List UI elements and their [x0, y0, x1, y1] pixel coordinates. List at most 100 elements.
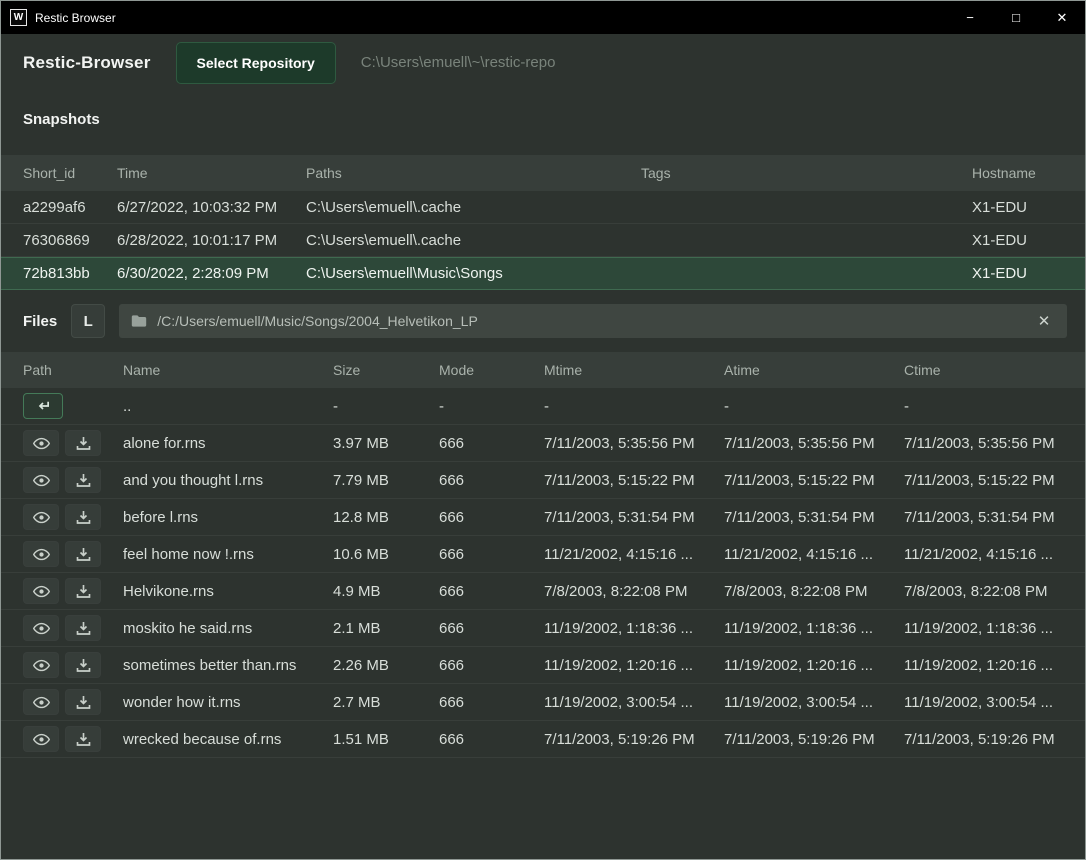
file-row[interactable]: alone for.rns3.97 MB6667/11/2003, 5:35:5… [1, 425, 1085, 462]
file-cell-name: before l.rns [123, 509, 333, 526]
download-file-button[interactable] [65, 541, 101, 567]
app-icon: W [10, 9, 27, 26]
file-cell-atime: 11/19/2002, 1:20:16 ... [724, 657, 904, 674]
download-icon [76, 732, 91, 746]
snapshots-col-hostname: Hostname [972, 165, 1063, 181]
file-cell-mode: 666 [439, 509, 544, 526]
file-cell-ctime: 11/19/2002, 3:00:54 ... [904, 694, 1063, 711]
file-cell-size: 2.1 MB [333, 620, 439, 637]
snapshots-table-header: Short_id Time Paths Tags Hostname [1, 155, 1085, 191]
minimize-button[interactable]: − [947, 1, 993, 34]
file-cell-size: 7.79 MB [333, 472, 439, 489]
files-col-mtime: Mtime [544, 362, 724, 378]
file-row[interactable]: sometimes better than.rns2.26 MB66611/19… [1, 647, 1085, 684]
download-file-button[interactable] [65, 578, 101, 604]
snapshot-row[interactable]: a2299af66/27/2022, 10:03:32 PMC:\Users\e… [1, 191, 1085, 224]
view-file-button[interactable] [23, 430, 59, 456]
file-row[interactable]: wonder how it.rns2.7 MB66611/19/2002, 3:… [1, 684, 1085, 721]
go-to-root-button[interactable]: L [71, 304, 105, 338]
files-col-path: Path [23, 362, 123, 378]
file-row[interactable]: feel home now !.rns10.6 MB66611/21/2002,… [1, 536, 1085, 573]
clear-path-button[interactable]: ✕ [1033, 310, 1055, 332]
file-row-actions [23, 652, 123, 678]
download-file-button[interactable] [65, 467, 101, 493]
file-cell-mtime: 7/11/2003, 5:15:22 PM [544, 472, 724, 489]
file-row[interactable]: Helvikone.rns4.9 MB6667/8/2003, 8:22:08 … [1, 573, 1085, 610]
file-row[interactable]: moskito he said.rns2.1 MB66611/19/2002, … [1, 610, 1085, 647]
files-path-value: /C:/Users/emuell/Music/Songs/2004_Helvet… [157, 313, 1023, 329]
view-file-button[interactable] [23, 578, 59, 604]
view-file-button[interactable] [23, 726, 59, 752]
arrow-up-directory-icon [34, 400, 52, 412]
snapshot-cell-paths: C:\Users\emuell\.cache [306, 232, 641, 249]
go-up-button[interactable] [23, 393, 63, 419]
files-parent-row[interactable]: ..----- [1, 388, 1085, 425]
eye-icon [33, 622, 50, 635]
snapshots-col-paths: Paths [306, 165, 641, 181]
download-file-button[interactable] [65, 652, 101, 678]
close-button[interactable]: ✕ [1039, 1, 1085, 34]
file-cell-name: wonder how it.rns [123, 694, 333, 711]
file-cell-name: .. [123, 398, 333, 415]
snapshot-cell-time: 6/30/2022, 2:28:09 PM [117, 265, 306, 282]
download-file-button[interactable] [65, 615, 101, 641]
file-cell-ctime: 11/19/2002, 1:20:16 ... [904, 657, 1063, 674]
file-cell-ctime: 7/11/2003, 5:19:26 PM [904, 731, 1063, 748]
file-cell-ctime: 11/19/2002, 1:18:36 ... [904, 620, 1063, 637]
file-cell-mtime: 7/11/2003, 5:31:54 PM [544, 509, 724, 526]
restic-browser-window: W Restic Browser − □ ✕ Restic-Browser Se… [0, 0, 1086, 860]
file-cell-mtime: 7/11/2003, 5:35:56 PM [544, 435, 724, 452]
file-cell-size: 2.26 MB [333, 657, 439, 674]
download-icon [76, 621, 91, 635]
snapshot-cell-hostname: X1-EDU [972, 199, 1063, 216]
files-title: Files [23, 313, 57, 330]
download-icon [76, 510, 91, 524]
file-cell-size: 2.7 MB [333, 694, 439, 711]
header: Restic-Browser Select Repository C:\User… [1, 34, 1085, 91]
download-file-button[interactable] [65, 726, 101, 752]
snapshot-row[interactable]: 72b813bb6/30/2022, 2:28:09 PMC:\Users\em… [1, 257, 1085, 290]
file-cell-size: 4.9 MB [333, 583, 439, 600]
file-row[interactable]: wrecked because of.rns1.51 MB6667/11/200… [1, 721, 1085, 758]
select-repository-button[interactable]: Select Repository [177, 43, 335, 83]
snapshot-cell-paths: C:\Users\emuell\.cache [306, 199, 641, 216]
view-file-button[interactable] [23, 615, 59, 641]
snapshot-cell-short_id: a2299af6 [23, 199, 117, 216]
eye-icon [33, 437, 50, 450]
download-file-button[interactable] [65, 689, 101, 715]
snapshot-cell-hostname: X1-EDU [972, 232, 1063, 249]
file-row-actions [23, 689, 123, 715]
files-col-mode: Mode [439, 362, 544, 378]
files-col-ctime: Ctime [904, 362, 1063, 378]
files-path-bar[interactable]: /C:/Users/emuell/Music/Songs/2004_Helvet… [119, 304, 1067, 338]
file-cell-ctime: - [904, 398, 1063, 415]
file-cell-atime: 11/19/2002, 1:18:36 ... [724, 620, 904, 637]
view-file-button[interactable] [23, 504, 59, 530]
snapshot-cell-time: 6/27/2022, 10:03:32 PM [117, 199, 306, 216]
snapshot-row[interactable]: 763068696/28/2022, 10:01:17 PMC:\Users\e… [1, 224, 1085, 257]
view-file-button[interactable] [23, 652, 59, 678]
download-file-button[interactable] [65, 504, 101, 530]
file-cell-mode: 666 [439, 583, 544, 600]
repository-path: C:\Users\emuell\~\restic-repo [361, 54, 556, 71]
snapshots-section-header: Snapshots [1, 91, 1085, 155]
file-row[interactable]: before l.rns12.8 MB6667/11/2003, 5:31:54… [1, 499, 1085, 536]
view-file-button[interactable] [23, 689, 59, 715]
maximize-button[interactable]: □ [993, 1, 1039, 34]
snapshots-col-tags: Tags [641, 165, 972, 181]
download-file-button[interactable] [65, 430, 101, 456]
file-row-actions [23, 430, 123, 456]
file-cell-size: 3.97 MB [333, 435, 439, 452]
window-title: Restic Browser [35, 11, 116, 25]
file-row[interactable]: and you thought l.rns7.79 MB6667/11/2003… [1, 462, 1085, 499]
snapshot-cell-paths: C:\Users\emuell\Music\Songs [306, 265, 641, 282]
view-file-button[interactable] [23, 467, 59, 493]
file-cell-name: alone for.rns [123, 435, 333, 452]
file-cell-name: Helvikone.rns [123, 583, 333, 600]
files-col-name: Name [123, 362, 333, 378]
file-cell-atime: 7/11/2003, 5:31:54 PM [724, 509, 904, 526]
file-cell-ctime: 7/11/2003, 5:15:22 PM [904, 472, 1063, 489]
view-file-button[interactable] [23, 541, 59, 567]
snapshot-cell-hostname: X1-EDU [972, 265, 1063, 282]
file-cell-atime: 11/21/2002, 4:15:16 ... [724, 546, 904, 563]
